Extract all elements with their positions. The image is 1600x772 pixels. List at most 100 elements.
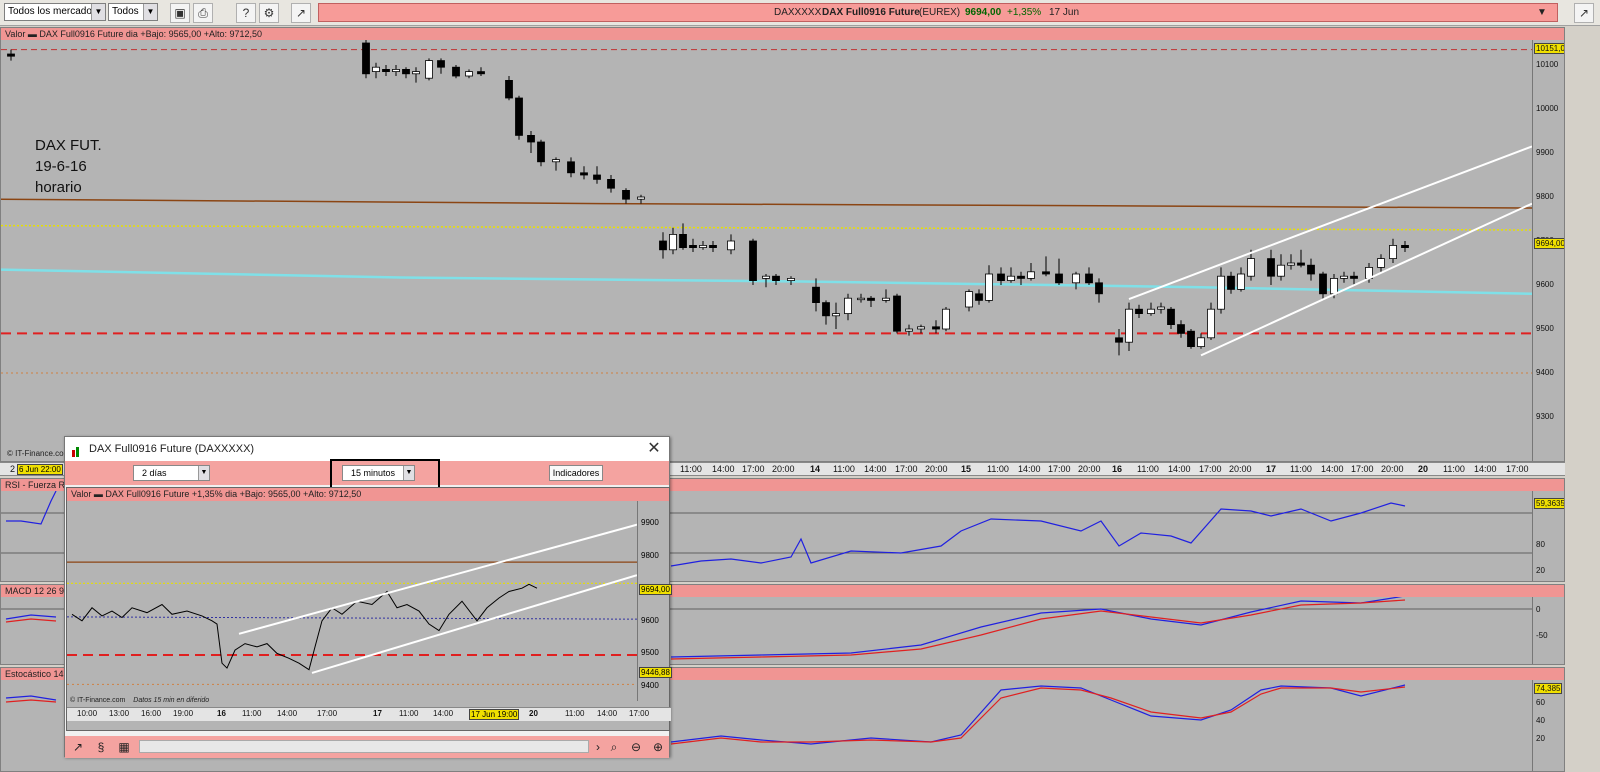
zoom-in-icon[interactable]: ⊕ [649, 739, 667, 755]
ticker-name: DAX Full0916 Future [822, 7, 920, 18]
popup-y-axis: 9900 9800 9600 9500 9400 9694,00 9446,88 [637, 501, 672, 701]
calculator-icon[interactable]: ▦ [115, 739, 133, 755]
print-icon[interactable]: ⎙ [193, 3, 213, 23]
candle [537, 141, 545, 163]
popup-footer: ↗ § ▦ › ⌕ ⊖ ⊕ [65, 736, 669, 758]
candle [1330, 277, 1338, 295]
market-select[interactable]: Todos los mercados ▼ [4, 3, 106, 21]
candle [637, 196, 645, 200]
candle [465, 71, 473, 77]
y-tick-label: 9400 [641, 681, 659, 690]
chevron-down-icon[interactable]: ▼ [143, 4, 157, 20]
close-icon[interactable]: ✕ [645, 439, 663, 459]
link-icon[interactable]: § [92, 739, 110, 755]
scroll-bar[interactable] [139, 740, 589, 753]
candle [832, 313, 840, 317]
candle [412, 71, 420, 75]
rsi-line [670, 502, 1406, 567]
price-panel: Valor ▬ DAX Full0916 Future dia +Bajo: 9… [0, 27, 1565, 462]
popup-title-bar[interactable]: DAX Full0916 Future (DAXXXXX) ✕ [65, 437, 669, 461]
candle [7, 53, 15, 57]
chart-icon[interactable]: ↗ [1574, 3, 1594, 23]
time-tick-label: 17:00 [1506, 464, 1529, 474]
candle [1177, 324, 1185, 334]
candle [699, 244, 707, 248]
time-tick-label: 20 [529, 709, 538, 718]
moving-average-long [1, 198, 1532, 209]
popup-time-axis: 10:00 13:00 16:00 19:00 16 11:00 14:00 17:00 17 1… [67, 707, 671, 721]
time-tick-label: 11:00 [565, 709, 585, 718]
ticker-date: 17 Jun [1049, 7, 1080, 18]
time-tick-label: 17:00 [1199, 464, 1222, 474]
candle [1027, 271, 1035, 279]
chevron-down-icon[interactable]: ▼ [91, 4, 105, 20]
popup-chart-header: Valor ▬ DAX Full0916 Future +1,35% dia +… [67, 488, 669, 501]
candle [1340, 275, 1348, 279]
zoom-fit-icon[interactable]: ⌕ [605, 739, 623, 755]
popup-chart: Valor ▬ DAX Full0916 Future +1,35% dia +… [66, 487, 672, 731]
candle [1007, 275, 1015, 281]
candle [965, 291, 973, 308]
help-icon[interactable]: ? [236, 3, 256, 23]
period-select-value: 2 días [142, 468, 167, 478]
time-tick-label: 17:00 [895, 464, 918, 474]
popup-price-chart [67, 523, 637, 685]
candle [1042, 271, 1050, 275]
stochastic-y-axis: 74,385 60 40 20 [1532, 680, 1564, 771]
y-tick-label: 9500 [641, 648, 659, 658]
candle [1297, 262, 1305, 266]
popup-channel-upper [238, 523, 637, 635]
y-tick-label: 10000 [1536, 104, 1559, 113]
chart-icon[interactable]: ↗ [69, 739, 87, 755]
type-select[interactable]: Todos ▼ [108, 3, 158, 21]
candle [997, 273, 1005, 281]
candle [593, 174, 601, 180]
chevron-down-icon[interactable]: ▼ [198, 466, 209, 480]
time-tick-label: 11:00 [1137, 464, 1159, 474]
chevron-down-icon[interactable]: ▼ [403, 466, 414, 480]
time-tick-label: 20 [1418, 464, 1429, 474]
y-tick-label: 9900 [641, 518, 659, 527]
candle [372, 66, 380, 73]
chevron-down-icon[interactable]: ▼ [1534, 4, 1550, 21]
candle [689, 244, 697, 248]
time-tick-label: 14:00 [1018, 464, 1041, 474]
time-tick-label: 16 [217, 709, 226, 718]
interval-select[interactable]: 15 minutos ▼ [342, 465, 415, 481]
annotation-line: 19-6-16 [35, 158, 87, 175]
candle [709, 244, 717, 248]
time-tick-label: 20:00 [772, 464, 795, 474]
candle [659, 240, 667, 251]
save-icon[interactable]: ▣ [170, 3, 190, 23]
zoom-out-icon[interactable]: ⊖ [627, 739, 645, 755]
popup-date-badge: 17 Jun 19:00 [469, 709, 520, 720]
candle [844, 297, 852, 315]
candle [812, 286, 820, 303]
candle [772, 275, 780, 281]
candle [382, 68, 390, 72]
indicators-button[interactable]: Indicadores [549, 465, 603, 481]
market-select-value: Todos los mercados [8, 6, 97, 17]
time-tick-label: 14:00 [1168, 464, 1191, 474]
candle [1217, 275, 1225, 310]
y-tick-label: 60 [1536, 698, 1545, 707]
candle [1072, 273, 1080, 284]
chart-icon[interactable]: ↗ [291, 3, 311, 23]
chart-popup-window[interactable]: DAX Full0916 Future (DAXXXXX) ✕ 2 días ▼… [64, 436, 672, 758]
candle [452, 66, 460, 77]
y-tick-label: 9600 [641, 615, 659, 625]
low-badge: 9446,88 [639, 666, 672, 678]
time-tick-label: 13:00 [109, 709, 130, 718]
rsi-value-badge: 59,3635 [1534, 498, 1565, 509]
y-tick-label: 9900 [1536, 148, 1554, 157]
y-tick-label: 20 [1536, 566, 1545, 575]
candle [362, 42, 370, 75]
settings-icon[interactable]: ⚙ [259, 3, 279, 23]
y-tick-label: 9500 [1536, 324, 1554, 333]
period-select[interactable]: 2 días ▼ [133, 465, 210, 481]
type-select-value: Todos [112, 6, 139, 17]
candle [762, 275, 770, 279]
macd-signal-line [5, 618, 57, 623]
y-tick-label: 40 [1536, 716, 1545, 725]
candle [882, 297, 890, 301]
